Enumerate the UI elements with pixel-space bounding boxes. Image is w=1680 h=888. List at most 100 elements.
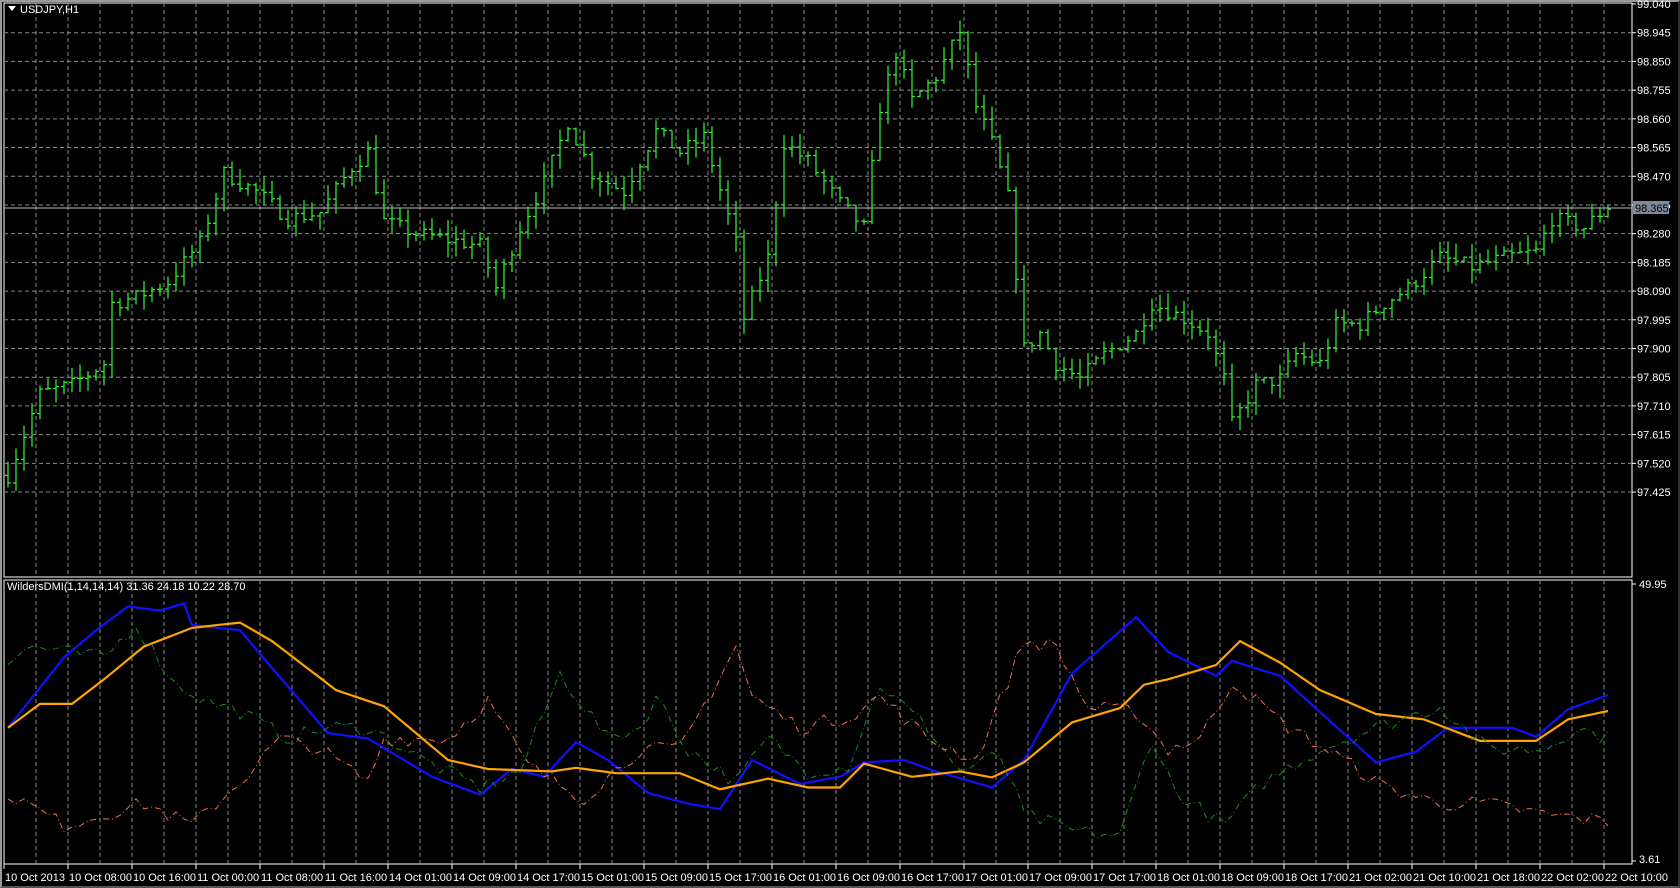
ohlc-bar xyxy=(725,180,731,225)
ohlc-bar xyxy=(413,230,419,242)
ohlc-bar xyxy=(1029,342,1035,353)
price-axis-label: 97.805 xyxy=(1637,372,1671,384)
ohlc-bar xyxy=(133,290,139,305)
ohlc-bar xyxy=(693,127,699,158)
ohlc-bar xyxy=(1117,347,1123,351)
ohlc-bar xyxy=(37,385,43,420)
ohlc-bar xyxy=(157,283,163,296)
ohlc-bar xyxy=(429,218,435,240)
ohlc-bar xyxy=(1253,372,1259,415)
time-axis-label: 21 Oct 18:00 xyxy=(1477,872,1540,884)
ohlc-bar xyxy=(317,212,323,230)
ohlc-bar xyxy=(1141,313,1147,345)
price-axis-label: 98.565 xyxy=(1637,143,1671,155)
ohlc-bar xyxy=(637,163,643,191)
ohlc-bar xyxy=(445,219,451,258)
current-price-value: 98.365 xyxy=(1635,203,1669,215)
ohlc-bar xyxy=(797,133,803,165)
ohlc-bar xyxy=(1325,338,1331,369)
ohlc-bar xyxy=(285,209,291,230)
time-axis-label: 10 Oct 08:00 xyxy=(69,872,132,884)
ohlc-bar xyxy=(45,377,51,390)
ohlc-bar xyxy=(189,244,195,268)
ohlc-bar xyxy=(397,207,403,228)
ohlc-bar xyxy=(101,360,107,386)
ohlc-bar xyxy=(61,380,67,395)
ohlc-bar xyxy=(837,186,843,203)
ohlc-bar xyxy=(941,47,947,84)
time-axis-label: 17 Oct 09:00 xyxy=(1029,872,1092,884)
ohlc-bar xyxy=(1605,204,1611,218)
price-axis-label: 97.900 xyxy=(1637,344,1671,356)
ohlc-bar xyxy=(853,204,859,232)
ohlc-bar xyxy=(845,197,851,208)
ohlc-bar xyxy=(1373,305,1379,315)
ohlc-bar xyxy=(1357,318,1363,340)
time-axis-label: 16 Oct 17:00 xyxy=(901,872,964,884)
ohlc-bar xyxy=(1557,208,1563,238)
ohlc-bar xyxy=(1165,293,1171,322)
ohlc-bar xyxy=(1093,355,1099,365)
symbol-timeframe-label[interactable]: USDJPY,H1 xyxy=(8,4,79,16)
time-axis-label: 22 Oct 02:00 xyxy=(1541,872,1604,884)
price-axis-label: 98.755 xyxy=(1637,85,1671,97)
time-axis-label: 15 Oct 09:00 xyxy=(645,872,708,884)
ohlc-bar xyxy=(1069,358,1075,380)
ohlc-bar xyxy=(765,239,771,293)
ohlc-bar xyxy=(773,201,779,267)
ohlc-bar xyxy=(373,134,379,195)
ohlc-bar xyxy=(261,176,267,206)
indicator-axis-label: 3.61 xyxy=(1639,854,1660,866)
ohlc-bar xyxy=(85,371,91,391)
time-axis-label: 11 Oct 16:00 xyxy=(325,872,387,884)
ohlc-bar xyxy=(1157,294,1163,323)
time-axis-label: 18 Oct 01:00 xyxy=(1157,872,1220,884)
ohlc-bar xyxy=(989,106,995,140)
ohlc-bar xyxy=(1429,249,1435,285)
indicator-axis-label: 49.95 xyxy=(1639,579,1667,591)
ohlc-bar xyxy=(917,89,923,98)
ohlc-bar xyxy=(597,171,603,197)
ohlc-bar xyxy=(1053,347,1059,381)
price-axis-label: 97.710 xyxy=(1637,401,1671,413)
ohlc-bar xyxy=(405,209,411,248)
ohlc-bar xyxy=(829,175,835,199)
ohlc-bar xyxy=(1333,309,1339,353)
ohlc-bar xyxy=(509,250,515,273)
ohlc-bar xyxy=(357,154,363,182)
ohlc-bar xyxy=(389,205,395,234)
ohlc-bar xyxy=(1397,287,1403,302)
ohlc-bar xyxy=(1045,329,1051,350)
ohlc-bar xyxy=(1309,349,1315,367)
ohlc-bar xyxy=(77,364,83,393)
dropdown-triangle-icon[interactable] xyxy=(8,6,16,11)
ohlc-bar xyxy=(1205,317,1211,351)
ohlc-bar xyxy=(1461,256,1467,263)
ohlc-bar xyxy=(1301,342,1307,365)
ohlc-bar xyxy=(293,206,299,237)
indicator-panel-border xyxy=(3,579,1633,865)
ohlc-bar xyxy=(341,167,347,188)
ohlc-bar xyxy=(1525,235,1531,265)
ohlc-bar xyxy=(1389,298,1395,318)
ohlc-bar xyxy=(1349,320,1355,327)
ohlc-bar xyxy=(653,120,659,159)
ohlc-bar xyxy=(757,267,763,302)
chart-canvas[interactable]: 99.040 98.945 98.850 98.755 98.660 98.565 98.4… xyxy=(0,0,1680,888)
ohlc-bar xyxy=(1013,186,1019,294)
ohlc-bar xyxy=(517,221,523,260)
ohlc-bar xyxy=(581,130,587,158)
ohlc-bar xyxy=(869,149,875,225)
time-axis-label: 18 Oct 09:00 xyxy=(1221,872,1284,884)
ohlc-bar xyxy=(1021,264,1027,348)
price-axis-label: 97.425 xyxy=(1637,487,1671,499)
ohlc-bar xyxy=(381,179,387,220)
ohlc-bar xyxy=(1101,341,1107,365)
ohlc-bar xyxy=(965,31,971,79)
ohlc-bar xyxy=(13,448,19,492)
ohlc-bar xyxy=(29,403,35,447)
price-axis-label: 98.660 xyxy=(1637,114,1671,126)
price-axis-label: 98.185 xyxy=(1637,257,1671,269)
ohlc-bar xyxy=(789,136,795,158)
ohlc-bar xyxy=(301,200,307,224)
